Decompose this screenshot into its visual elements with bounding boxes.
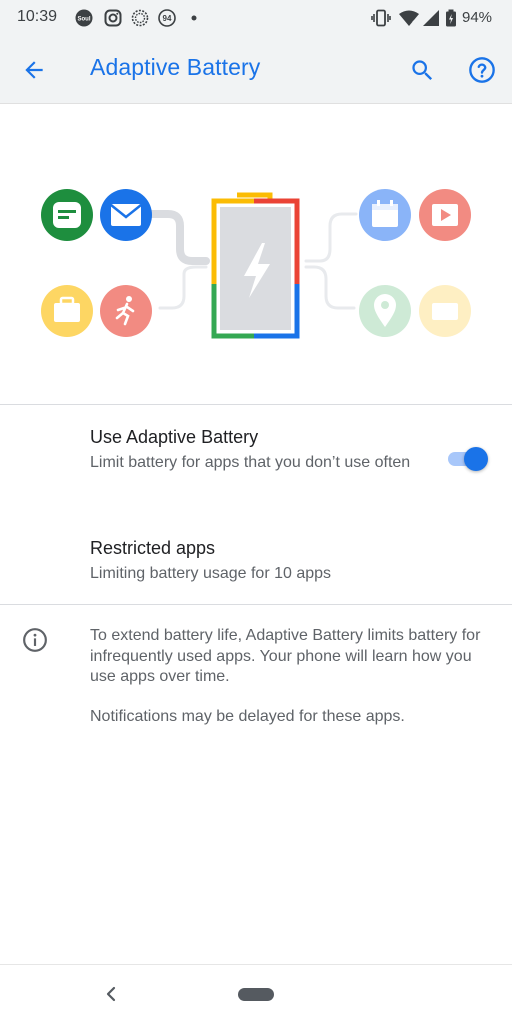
spinner-app-icon bbox=[131, 9, 149, 27]
video-icon bbox=[419, 189, 471, 241]
nav-back-icon[interactable] bbox=[100, 983, 122, 1005]
arrow-back-icon bbox=[25, 61, 43, 79]
wifi-icon bbox=[399, 10, 419, 27]
status-bar: 10:39 Soul 94 94% bbox=[0, 0, 512, 36]
battery-icon bbox=[446, 9, 456, 27]
restricted-apps-setting[interactable]: Restricted apps Limiting battery usage f… bbox=[0, 520, 512, 602]
navigation-bar bbox=[0, 964, 512, 1024]
setting-summary: Limiting battery usage for 10 apps bbox=[90, 565, 332, 582]
svg-text:94: 94 bbox=[163, 14, 172, 23]
soul-app-icon: Soul bbox=[75, 9, 93, 27]
messages-icon bbox=[41, 189, 93, 241]
svg-text:Soul: Soul bbox=[78, 17, 91, 23]
setting-summary: Limit battery for apps that you don’t us… bbox=[90, 454, 411, 471]
calendar-icon bbox=[359, 189, 411, 241]
battery-lightning-icon bbox=[211, 192, 300, 339]
info-icon bbox=[23, 628, 47, 652]
instagram-icon bbox=[104, 9, 122, 27]
mail-icon bbox=[100, 189, 152, 241]
use-adaptive-battery-setting[interactable]: Use Adaptive Battery Limit battery for a… bbox=[0, 405, 512, 515]
adaptive-battery-illustration bbox=[41, 189, 471, 339]
footer-notification-note: Notifications may be delayed for these a… bbox=[90, 708, 405, 725]
vibrate-icon bbox=[371, 9, 391, 27]
status-time: 10:39 bbox=[17, 8, 58, 25]
briefcase-icon bbox=[41, 285, 93, 337]
card-icon bbox=[419, 285, 471, 337]
search-icon bbox=[411, 59, 432, 80]
search-button[interactable] bbox=[402, 50, 442, 90]
battery-percent: 94% bbox=[462, 9, 493, 26]
toggle-thumb bbox=[464, 447, 488, 471]
help-icon bbox=[469, 57, 495, 83]
maps-icon bbox=[359, 285, 411, 337]
help-button[interactable] bbox=[462, 50, 502, 90]
adaptive-battery-toggle[interactable] bbox=[444, 447, 490, 471]
badge-94-icon: 94 bbox=[158, 9, 176, 27]
fitness-icon bbox=[100, 285, 152, 337]
home-pill[interactable] bbox=[238, 988, 274, 1001]
footer-description: To extend battery life, Adaptive Battery… bbox=[90, 627, 481, 685]
page-title: Adaptive Battery bbox=[90, 54, 261, 80]
dot-icon bbox=[191, 15, 197, 21]
cellular-signal-icon bbox=[423, 10, 439, 26]
setting-title: Restricted apps bbox=[90, 538, 216, 558]
setting-title: Use Adaptive Battery bbox=[90, 427, 259, 447]
back-button[interactable] bbox=[14, 50, 54, 90]
app-bar: Adaptive Battery bbox=[0, 36, 512, 104]
divider bbox=[0, 604, 512, 605]
